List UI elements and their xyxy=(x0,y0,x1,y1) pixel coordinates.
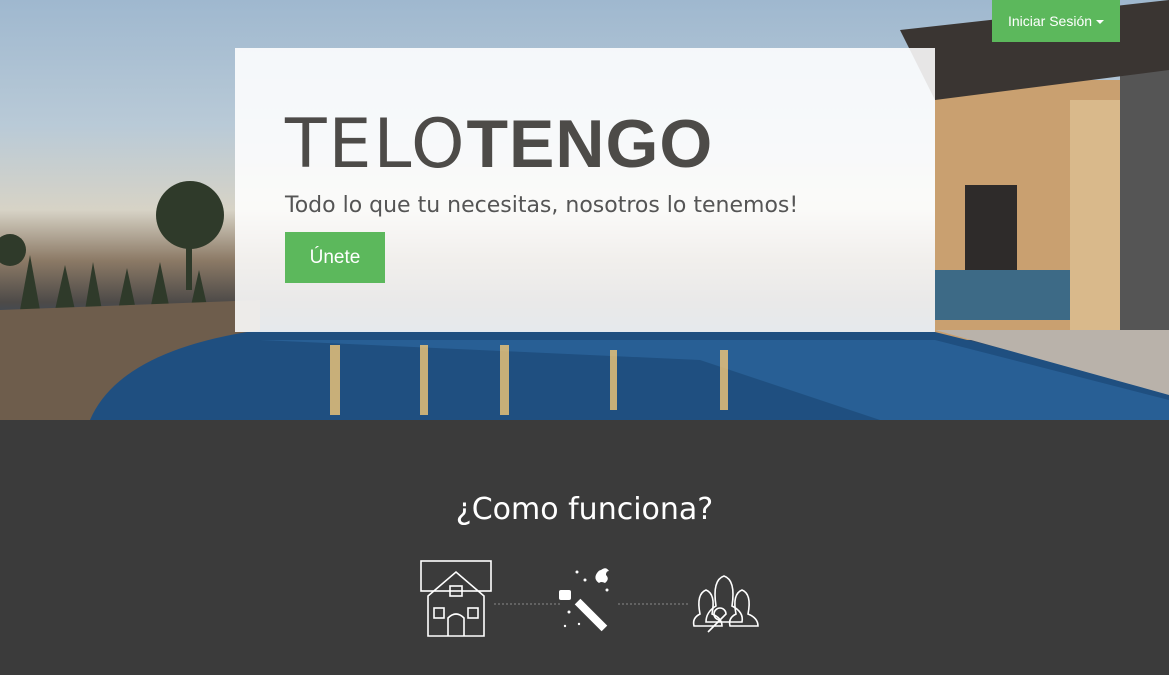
brand-light: TELO xyxy=(285,105,467,184)
hero-section: Iniciar Sesión TELOTENGO Todo lo que tu … xyxy=(0,0,1169,420)
how-it-works-section: ¿Como funciona? xyxy=(0,420,1169,675)
magic-wand-icon xyxy=(559,568,609,632)
people-tools-icon xyxy=(692,575,759,633)
steps-row xyxy=(418,558,763,640)
hero-tagline: Todo lo que tu necesitas, nosotros lo te… xyxy=(285,193,799,218)
login-dropdown-button[interactable]: Iniciar Sesión xyxy=(992,0,1120,42)
brand-bold: TENGO xyxy=(466,106,714,182)
login-label: Iniciar Sesión xyxy=(1007,13,1093,29)
connector-line xyxy=(618,603,688,605)
caret-down-icon xyxy=(1096,20,1105,24)
brand-logo: TELOTENGO xyxy=(285,108,885,181)
hero-card: TELOTENGO Todo lo que tu necesitas, noso… xyxy=(235,48,935,332)
connector-line xyxy=(494,603,560,605)
section-title: ¿Como funciona? xyxy=(455,492,714,527)
house-icon xyxy=(420,560,492,637)
join-button[interactable]: Únete xyxy=(285,232,385,283)
